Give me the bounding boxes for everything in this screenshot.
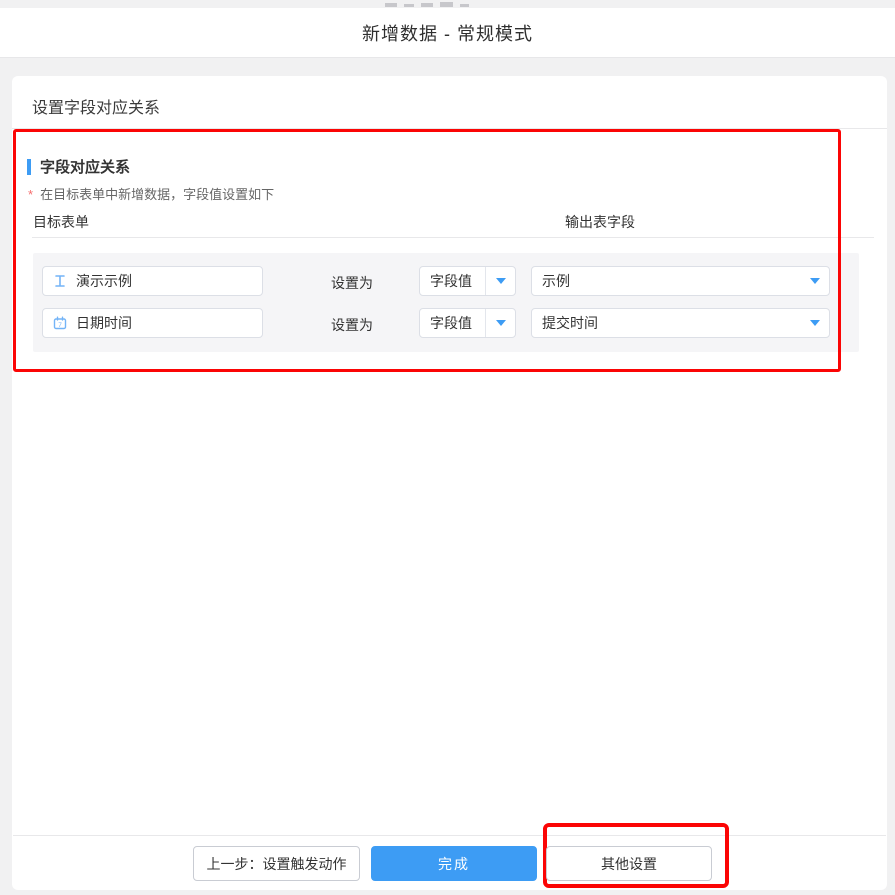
dropdown-caret-zone[interactable] xyxy=(486,320,515,326)
dialog-title: 新增数据 - 常规模式 xyxy=(362,20,533,46)
columns-divider xyxy=(32,237,874,238)
dialog-header: 新增数据 - 常规模式 xyxy=(0,8,895,58)
main-panel: 设置字段对应关系 字段对应关系 * 在目标表单中新增数据，字段值设置如下 目标表单… xyxy=(12,76,887,890)
other-settings-button[interactable]: 其他设置 xyxy=(546,846,712,881)
mapping-block-title: 字段对应关系 xyxy=(40,156,130,177)
column-header-target-form: 目标表单 xyxy=(33,212,89,232)
mapping-note-text: 在目标表单中新增数据，字段值设置如下 xyxy=(40,187,274,202)
target-field-box: 演示示例 xyxy=(42,266,263,296)
mapping-row: 7 日期时间 设置为 字段值 提交时间 xyxy=(33,308,859,338)
value-mode-selected: 字段值 xyxy=(420,313,485,333)
mapping-note: * 在目标表单中新增数据，字段值设置如下 xyxy=(28,184,274,203)
target-field-label: 日期时间 xyxy=(76,313,132,333)
caret-down-icon[interactable] xyxy=(810,278,820,284)
output-field-selected: 示例 xyxy=(532,271,800,291)
target-field-box: 7 日期时间 xyxy=(42,308,263,338)
value-mode-dropdown[interactable]: 字段值 xyxy=(419,266,516,296)
text-field-icon xyxy=(53,274,67,288)
caret-down-icon[interactable] xyxy=(496,320,506,326)
mapping-rows-container: 演示示例 设置为 字段值 示例 7 日期时间 xyxy=(33,253,859,352)
dropdown-caret-zone[interactable] xyxy=(800,278,829,284)
mapping-row: 演示示例 设置为 字段值 示例 xyxy=(33,266,859,296)
value-mode-dropdown[interactable]: 字段值 xyxy=(419,308,516,338)
required-asterisk: * xyxy=(28,187,33,202)
previous-step-button[interactable]: 上一步：设置触发动作 xyxy=(193,846,360,881)
set-as-label: 设置为 xyxy=(331,273,373,293)
accent-bar xyxy=(27,159,31,175)
value-mode-selected: 字段值 xyxy=(420,271,485,291)
mapping-block-header: 字段对应关系 xyxy=(27,156,130,177)
caret-down-icon[interactable] xyxy=(810,320,820,326)
target-field-label: 演示示例 xyxy=(76,271,132,291)
finish-button[interactable]: 完成 xyxy=(371,846,537,881)
step-section-title: 设置字段对应关系 xyxy=(32,94,160,118)
dropdown-caret-zone[interactable] xyxy=(486,278,515,284)
caret-down-icon[interactable] xyxy=(496,278,506,284)
column-header-output-field: 输出表字段 xyxy=(565,212,635,232)
dropdown-caret-zone[interactable] xyxy=(800,320,829,326)
footer-divider xyxy=(13,835,886,836)
output-field-dropdown[interactable]: 提交时间 xyxy=(531,308,830,338)
set-as-label: 设置为 xyxy=(331,315,373,335)
output-field-selected: 提交时间 xyxy=(532,313,800,333)
output-field-dropdown[interactable]: 示例 xyxy=(531,266,830,296)
calendar-icon: 7 xyxy=(53,316,67,330)
clipped-background-text xyxy=(385,2,505,7)
svg-text:7: 7 xyxy=(58,322,62,329)
section-divider xyxy=(12,128,887,129)
